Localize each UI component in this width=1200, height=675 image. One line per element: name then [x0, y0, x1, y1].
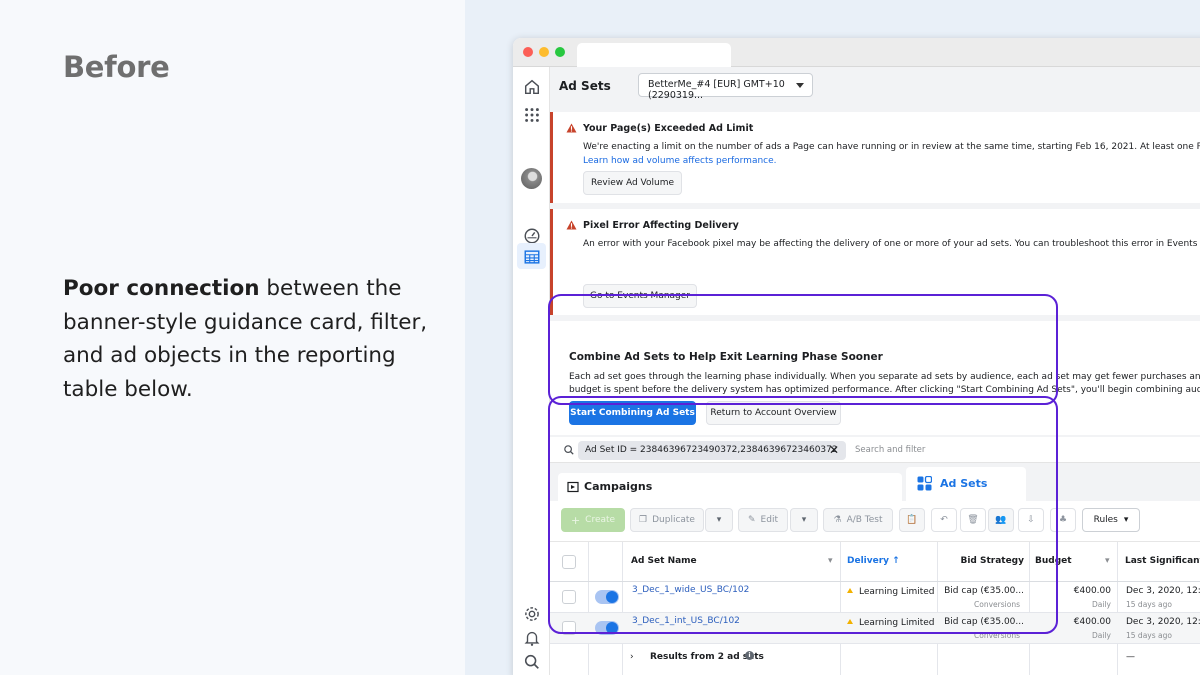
search-icon[interactable]	[522, 652, 541, 671]
title-bar	[513, 38, 1200, 68]
browser-tab[interactable]	[577, 43, 731, 68]
results-summary-row: › Results from 2 ad sets i —	[550, 644, 1200, 675]
sort-caret-icon[interactable]: ▾	[1105, 556, 1110, 566]
alert-text: An error with your Facebook pixel may be…	[583, 239, 1200, 249]
warning-icon	[566, 220, 577, 230]
last-edit-value: Dec 3, 2020, 12:0	[1126, 586, 1200, 596]
table-icon[interactable]	[522, 247, 541, 266]
settings-gear-icon[interactable]	[522, 604, 541, 623]
page-title: Ad Sets	[559, 79, 611, 93]
caret-down-icon	[796, 83, 804, 88]
avatar[interactable]	[521, 168, 542, 189]
last-edit-sub: 15 days ago	[1126, 600, 1172, 609]
alert-ad-limit: Your Page(s) Exceeded Ad Limit We're ena…	[550, 112, 1200, 203]
slide-title: Before	[63, 50, 170, 84]
account-selector-label: BetterMe_#4 [EUR] GMT+10 (2290319...	[648, 79, 785, 101]
review-ad-volume-button[interactable]: Review Ad Volume	[583, 171, 682, 195]
last-edit-sub: 15 days ago	[1126, 631, 1172, 640]
alert-title: Pixel Error Affecting Delivery	[583, 220, 739, 231]
sidebar: ?	[513, 67, 550, 675]
alert-title: Your Page(s) Exceeded Ad Limit	[583, 123, 754, 134]
desc-bold: Poor connection	[63, 276, 260, 301]
slide-left-panel: Before Poor connection between the banne…	[0, 0, 465, 675]
expand-chevron-icon[interactable]: ›	[630, 652, 634, 662]
results-last-edit: —	[1126, 652, 1135, 662]
minimize-dot[interactable]	[539, 47, 549, 57]
account-selector[interactable]: BetterMe_#4 [EUR] GMT+10 (2290319...	[638, 73, 813, 101]
rules-label: Rules	[1093, 515, 1118, 525]
info-icon[interactable]: i	[745, 651, 754, 660]
close-dot[interactable]	[523, 47, 533, 57]
page-header: Ad Sets BetterMe_#4 [EUR] GMT+10 (229031…	[550, 67, 1200, 112]
apps-grid-icon[interactable]	[522, 105, 541, 124]
notifications-bell-icon[interactable]	[522, 628, 541, 647]
highlight-filter-and-table	[548, 396, 1058, 634]
slide-description: Poor connection between the banner-style…	[63, 272, 443, 406]
last-edit-value: Dec 3, 2020, 12:0	[1126, 617, 1200, 627]
caret-down-icon: ▾	[1123, 515, 1129, 525]
alert-text: We're enacting a limit on the number of …	[583, 142, 1200, 152]
highlight-guidance-card	[548, 294, 1058, 405]
tree-icon: ♣	[1058, 515, 1068, 525]
home-icon[interactable]	[522, 77, 541, 96]
rules-button[interactable]: Rules ▾	[1082, 508, 1140, 532]
maximize-dot[interactable]	[555, 47, 565, 57]
learn-more-link[interactable]: Learn how ad volume affects performance.	[583, 156, 777, 166]
col-last-significant-edit[interactable]: Last Significant E	[1125, 556, 1200, 566]
warning-icon	[566, 123, 577, 133]
